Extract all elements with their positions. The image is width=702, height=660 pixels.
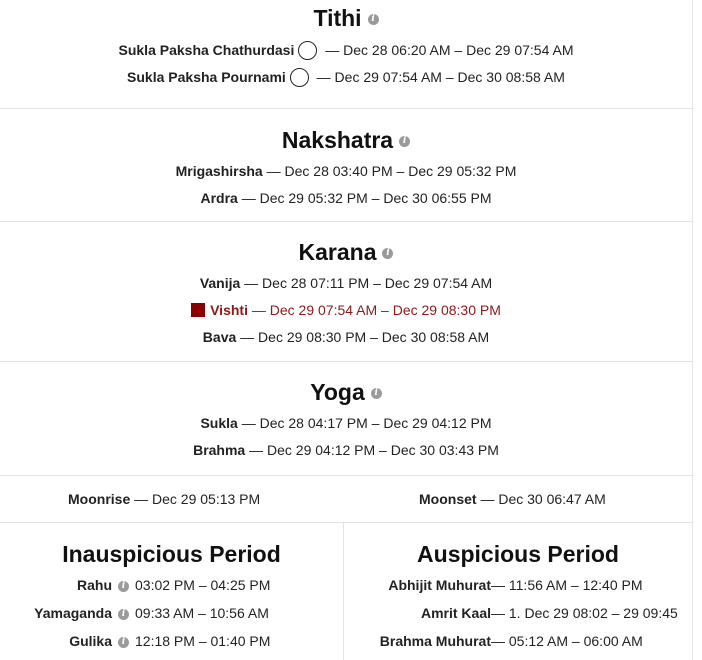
yoga-heading: Yoga i bbox=[0, 378, 692, 406]
info-icon[interactable]: i bbox=[370, 388, 382, 400]
tithi-range: — Dec 29 07:54 AM – Dec 30 08:58 AM bbox=[312, 69, 565, 85]
karana-heading: Karana i bbox=[0, 238, 692, 266]
tithi-row: Sukla Paksha Pournami — Dec 29 07:54 AM … bbox=[0, 64, 692, 91]
inauspicious-row: Rahu i 03:02 PM – 04:25 PM bbox=[0, 571, 300, 599]
moonset: Moonset — Dec 30 06:47 AM bbox=[419, 489, 606, 509]
nakshatra-heading: Nakshatra i bbox=[0, 126, 692, 154]
karana-name: Bava bbox=[202, 329, 237, 345]
auspicious-row: Brahma Muhurat — 05:12 AM – 06:00 AM bbox=[350, 627, 692, 655]
divider bbox=[0, 475, 692, 476]
yoga-row: Brahma — Dec 29 04:12 PM – Dec 30 03:43 … bbox=[0, 437, 692, 464]
auspicious-name: Brahma Muhurat bbox=[379, 633, 491, 649]
nakshatra-row: Mrigashirsha — Dec 28 03:40 PM – Dec 29 … bbox=[0, 158, 692, 185]
inauspicious-list: Rahu i 03:02 PM – 04:25 PM Yamaganda i 09:… bbox=[0, 571, 300, 655]
nakshatra-range: — Dec 29 05:32 PM – Dec 30 06:55 PM bbox=[237, 190, 492, 206]
nakshatra-row: Ardra — Dec 29 05:32 PM – Dec 30 06:55 P… bbox=[0, 185, 692, 212]
karana-section: Karana i Vanija — Dec 28 07:11 PM – Dec 2… bbox=[0, 238, 692, 351]
auspicious-list: Abhijit Muhurat — 11:56 AM – 12:40 PM Am… bbox=[350, 571, 692, 655]
tithi-row: Sukla Paksha Chathurdasi — Dec 28 06:20 … bbox=[0, 37, 692, 64]
inauspicious-value: 03:02 PM – 04:25 PM bbox=[135, 577, 271, 593]
tithi-heading: Tithi i bbox=[0, 4, 692, 32]
karana-range: — Dec 28 07:11 PM – Dec 29 07:54 AM bbox=[240, 275, 493, 291]
divider bbox=[0, 108, 692, 109]
karana-row: Vanija — Dec 28 07:11 PM – Dec 29 07:54 … bbox=[0, 270, 692, 297]
karana-name: Vishti bbox=[210, 302, 248, 318]
moonrise: Moonrise — Dec 29 05:13 PM bbox=[68, 489, 260, 509]
moonset-value: — Dec 30 06:47 AM bbox=[476, 491, 606, 507]
divider bbox=[0, 361, 692, 362]
tithi-name: Sukla Paksha Pournami bbox=[127, 69, 286, 85]
karana-range: — Dec 29 08:30 PM – Dec 30 08:58 AM bbox=[236, 329, 490, 345]
tithi-section: Tithi i Sukla Paksha Chathurdasi — Dec 28… bbox=[0, 4, 692, 91]
tithi-range: — Dec 28 06:20 AM – Dec 29 07:54 AM bbox=[321, 42, 574, 58]
auspicious-row: Abhijit Muhurat — 11:56 AM – 12:40 PM bbox=[350, 571, 692, 599]
divider bbox=[0, 221, 692, 222]
yoga-range: — Dec 29 04:12 PM – Dec 30 03:43 PM bbox=[245, 442, 499, 458]
auspicious-value: — 1. Dec 29 08:02 – 29 09:45 bbox=[491, 605, 678, 621]
inauspicious-name: Gulika bbox=[69, 633, 112, 649]
auspicious-row: Amrit Kaal — 1. Dec 29 08:02 – 29 09:45 bbox=[350, 599, 692, 627]
auspicious-name: Abhijit Muhurat bbox=[388, 577, 491, 593]
inauspicious-value: 12:18 PM – 01:40 PM bbox=[135, 633, 271, 649]
inauspicious-name: Rahu bbox=[77, 577, 112, 593]
auspicious-heading: Auspicious Period bbox=[417, 541, 619, 567]
karana-row-vishti: Vishti — Dec 29 07:54 AM – Dec 29 08:30 … bbox=[0, 297, 692, 324]
nakshatra-range: — Dec 28 03:40 PM – Dec 29 05:32 PM bbox=[262, 163, 517, 179]
auspicious-value: — 05:12 AM – 06:00 AM bbox=[491, 633, 643, 649]
nakshatra-name: Ardra bbox=[200, 190, 238, 206]
info-icon[interactable]: i bbox=[118, 636, 129, 648]
yoga-section: Yoga i Sukla — Dec 28 04:17 PM – Dec 29 0… bbox=[0, 378, 692, 464]
yoga-name: Brahma bbox=[193, 442, 246, 458]
inauspicious-row: Yamaganda i 09:33 AM – 10:56 AM bbox=[0, 599, 300, 627]
yoga-name: Sukla bbox=[200, 415, 238, 431]
auspicious-name: Amrit Kaal bbox=[420, 605, 491, 621]
inauspicious-value: 09:33 AM – 10:56 AM bbox=[135, 605, 269, 621]
info-icon[interactable]: i bbox=[367, 14, 379, 26]
inauspicious-row: Gulika i 12:18 PM – 01:40 PM bbox=[0, 627, 300, 655]
info-icon[interactable]: i bbox=[399, 136, 411, 148]
moonrise-label: Moonrise bbox=[68, 491, 131, 507]
right-border bbox=[692, 0, 693, 660]
auspicious-value: — 11:56 AM – 12:40 PM bbox=[491, 577, 643, 593]
auspicious-period: Auspicious Period bbox=[344, 540, 692, 568]
yoga-range: — Dec 28 04:17 PM – Dec 29 04:12 PM bbox=[237, 415, 492, 431]
tithi-name: Sukla Paksha Chathurdasi bbox=[118, 42, 295, 58]
nakshatra-section: Nakshatra i Mrigashirsha — Dec 28 03:40 P… bbox=[0, 126, 692, 212]
info-icon[interactable]: i bbox=[382, 248, 394, 260]
moonrise-value: — Dec 29 05:13 PM bbox=[130, 491, 261, 507]
yoga-row: Sukla — Dec 28 04:17 PM – Dec 29 04:12 P… bbox=[0, 410, 692, 437]
info-icon[interactable]: i bbox=[118, 580, 129, 592]
info-icon[interactable]: i bbox=[118, 608, 129, 620]
divider bbox=[0, 522, 692, 523]
inauspicious-period: Inauspicious Period bbox=[0, 540, 343, 568]
nakshatra-name: Mrigashirsha bbox=[175, 163, 263, 179]
karana-row: Bava — Dec 29 08:30 PM – Dec 30 08:58 AM bbox=[0, 324, 692, 351]
karana-name: Vanija bbox=[199, 275, 241, 291]
panchang-page: Tithi i Sukla Paksha Chathurdasi — Dec 28… bbox=[0, 0, 702, 660]
moonset-label: Moonset bbox=[419, 491, 477, 507]
vishti-marker-icon bbox=[191, 303, 206, 317]
inauspicious-name: Yamaganda bbox=[34, 605, 112, 621]
full-moon-icon bbox=[289, 67, 309, 87]
full-moon-icon bbox=[298, 40, 318, 60]
inauspicious-heading: Inauspicious Period bbox=[62, 541, 281, 567]
karana-range: — Dec 29 07:54 AM – Dec 29 08:30 PM bbox=[247, 302, 501, 318]
